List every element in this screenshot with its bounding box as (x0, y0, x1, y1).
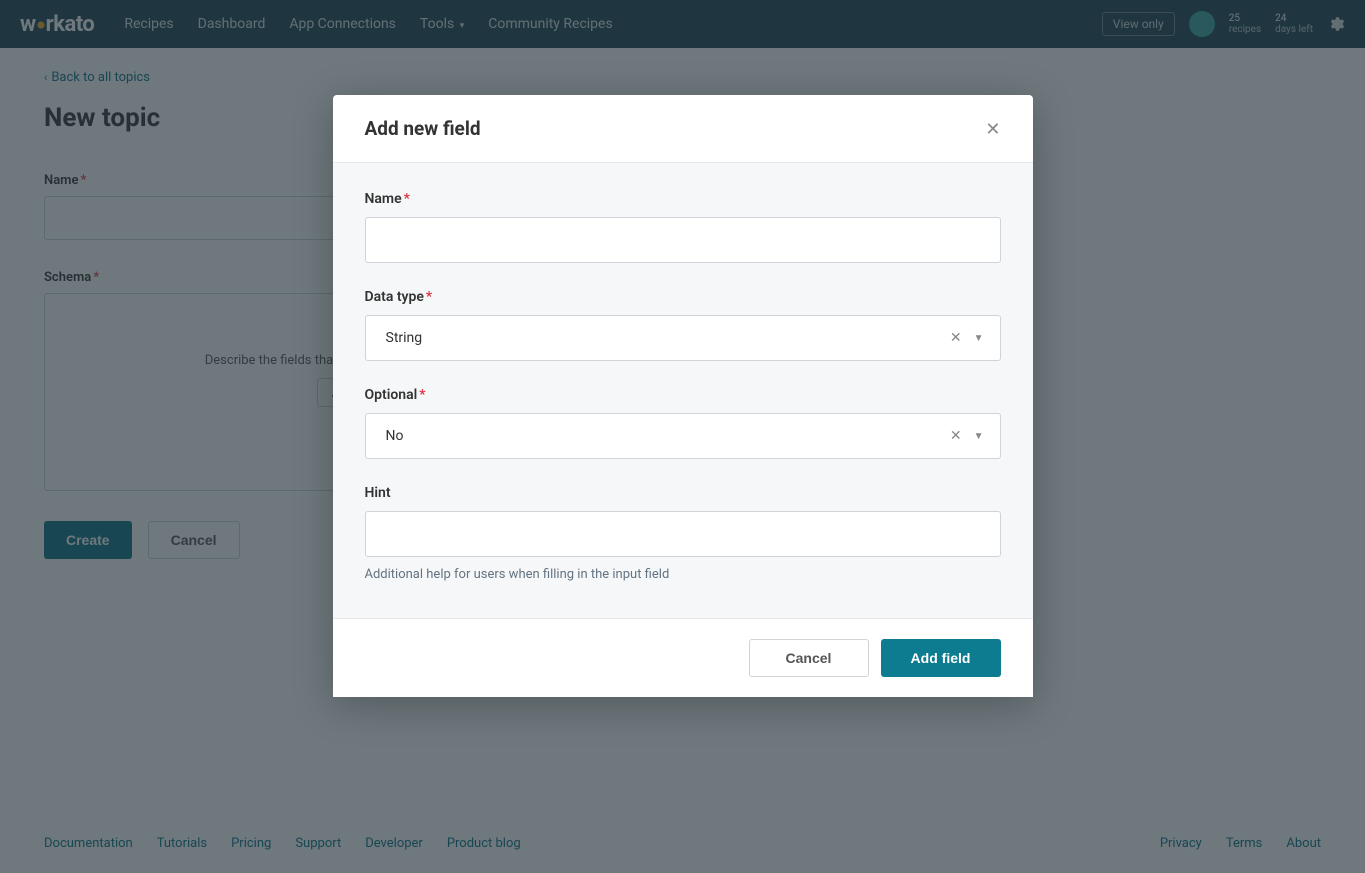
clear-icon[interactable]: ✕ (950, 330, 962, 346)
data-type-select[interactable]: String ✕ ▼ (365, 315, 1001, 361)
add-field-button[interactable]: Add field (881, 639, 1001, 677)
field-group-hint: Hint Additional help for users when fill… (365, 485, 1001, 582)
data-type-value: String (382, 330, 423, 346)
cancel-button[interactable]: Cancel (749, 639, 869, 677)
modal-overlay: Add new field ✕ Name* Data type* String (0, 0, 1365, 873)
hint-label: Hint (365, 485, 1001, 501)
close-icon[interactable]: ✕ (985, 120, 1000, 138)
name-label: Name* (365, 191, 1001, 207)
modal-body: Name* Data type* String ✕ ▼ (333, 163, 1033, 618)
field-group-optional: Optional* No ✕ ▼ (365, 387, 1001, 459)
modal-header: Add new field ✕ (333, 95, 1033, 163)
add-field-modal: Add new field ✕ Name* Data type* String (333, 95, 1033, 697)
hint-input[interactable] (365, 511, 1001, 557)
data-type-label: Data type* (365, 289, 1001, 305)
name-input[interactable] (365, 217, 1001, 263)
clear-icon[interactable]: ✕ (950, 428, 962, 444)
optional-value: No (382, 428, 404, 444)
chevron-down-icon[interactable]: ▼ (974, 431, 984, 442)
field-group-data-type: Data type* String ✕ ▼ (365, 289, 1001, 361)
optional-select[interactable]: No ✕ ▼ (365, 413, 1001, 459)
hint-help-text: Additional help for users when filling i… (365, 567, 1001, 582)
field-group-name: Name* (365, 191, 1001, 263)
modal-title: Add new field (365, 117, 481, 140)
chevron-down-icon[interactable]: ▼ (974, 333, 984, 344)
modal-footer: Cancel Add field (333, 618, 1033, 697)
optional-label: Optional* (365, 387, 1001, 403)
